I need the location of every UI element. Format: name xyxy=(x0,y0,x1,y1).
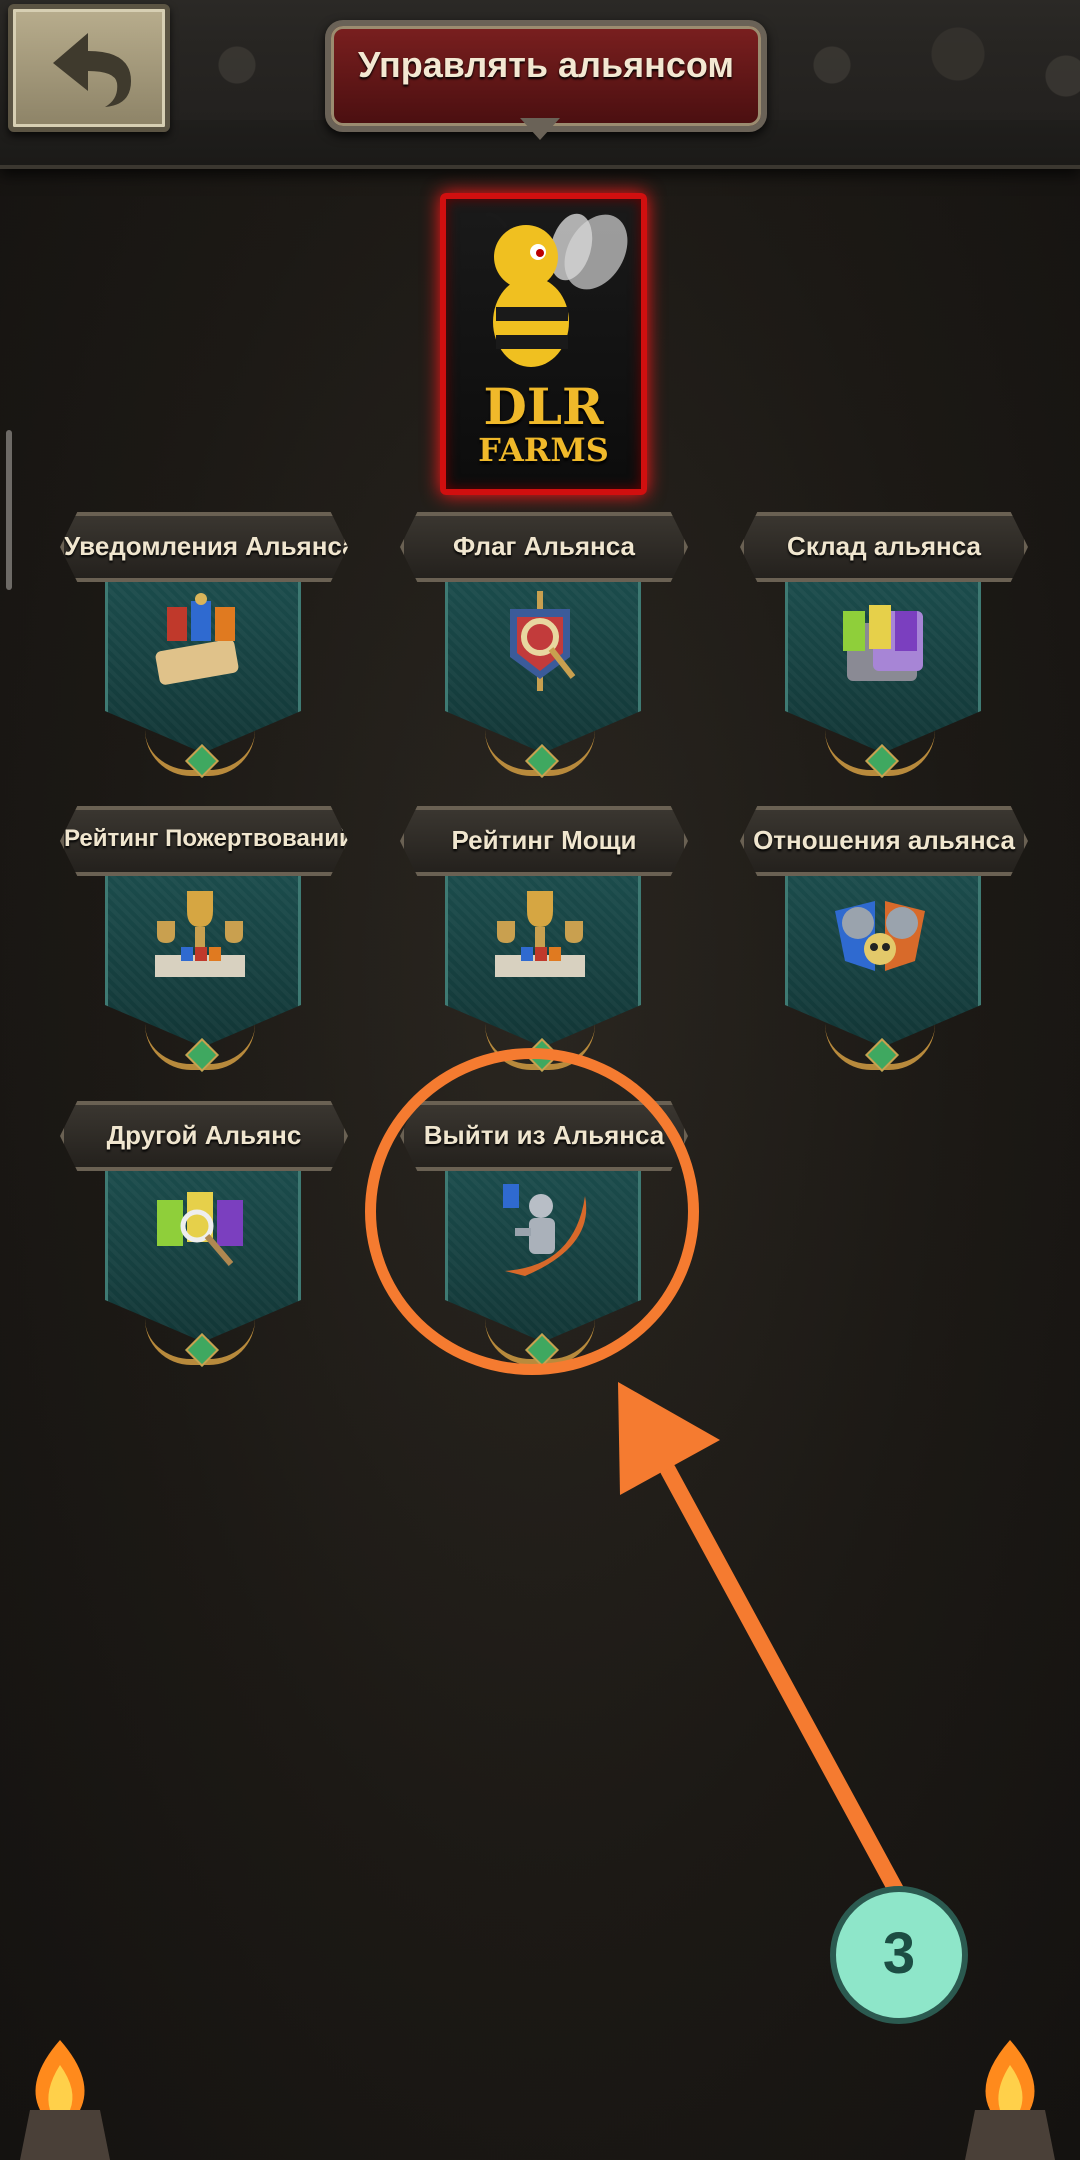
torch-fire-icon xyxy=(965,2040,1055,2160)
pointer-arrow-icon xyxy=(618,1382,904,1898)
step-number: 3 xyxy=(882,1921,916,1986)
step-badge: 3 xyxy=(830,1886,968,2024)
torch-fire-icon xyxy=(20,2040,110,2160)
